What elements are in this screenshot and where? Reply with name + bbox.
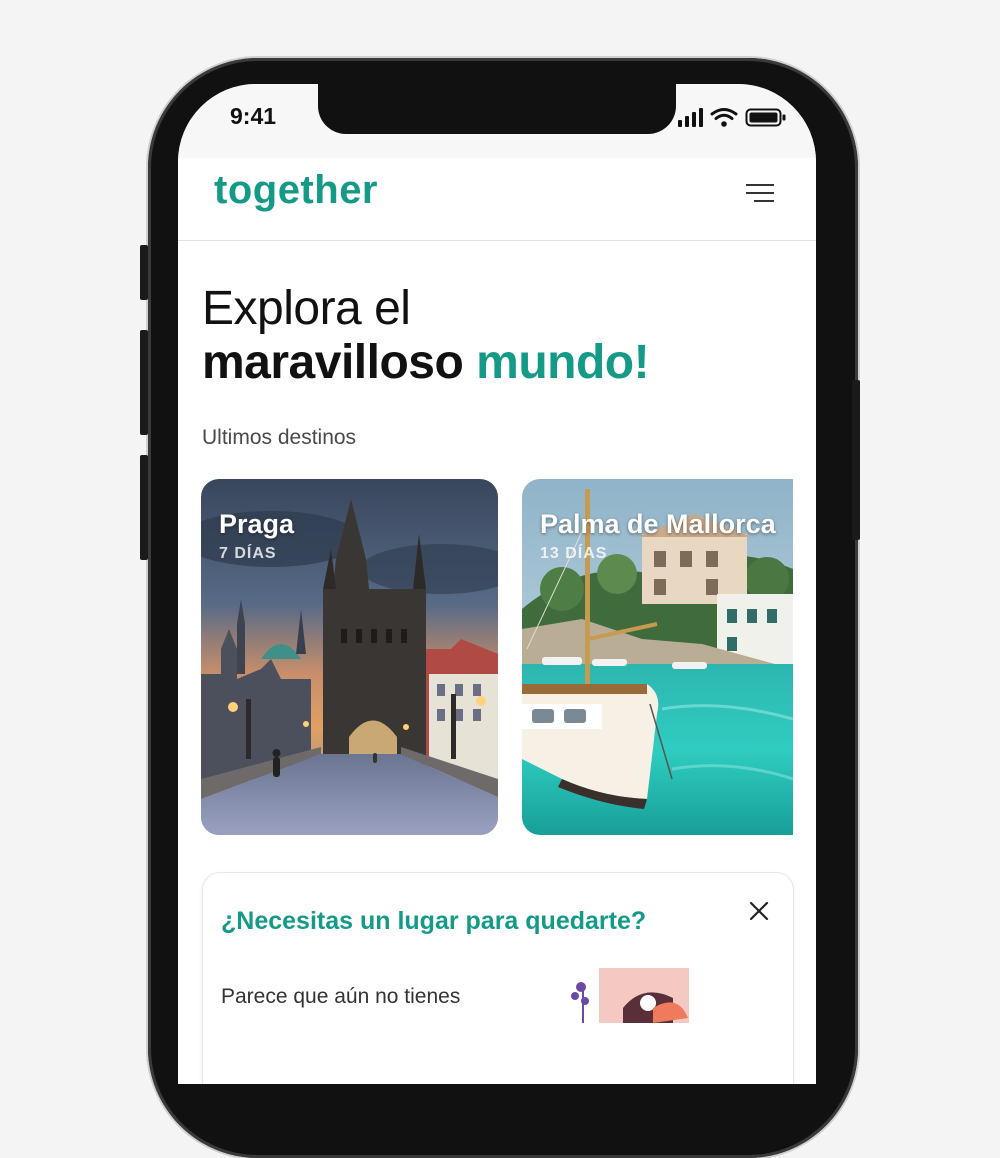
battery-icon bbox=[745, 108, 786, 127]
lodging-card-title: ¿Necesitas un lugar para quedarte? bbox=[221, 907, 647, 935]
phone-volume-up bbox=[140, 330, 148, 435]
phone-power-button bbox=[852, 380, 860, 540]
app-header: together bbox=[178, 158, 816, 241]
destination-card-palma[interactable]: Palma de Mallorca 13 DÍAS bbox=[522, 479, 793, 835]
app-screen: 9:41 together Explora el maravilloso mun… bbox=[178, 84, 816, 1084]
phone-volume-down bbox=[140, 455, 148, 560]
status-time: 9:41 bbox=[230, 103, 277, 129]
destination-duration: 13 DÍAS bbox=[540, 545, 608, 562]
destination-duration: 7 DÍAS bbox=[219, 545, 277, 562]
hero-line-2: maravilloso mundo! bbox=[202, 336, 650, 390]
section-title: Ultimos destinos bbox=[202, 426, 357, 449]
wifi-icon bbox=[710, 108, 738, 127]
app-logo[interactable]: together bbox=[214, 168, 378, 213]
destination-name: Palma de Mallorca bbox=[540, 509, 776, 539]
signal-icon bbox=[678, 108, 703, 127]
hero-bold-word: maravilloso bbox=[202, 336, 464, 389]
destination-name: Praga bbox=[219, 509, 295, 539]
phone-silent-switch bbox=[140, 245, 148, 300]
status-bar: 9:41 bbox=[178, 84, 816, 158]
hero-heading: Explora el maravilloso mundo! bbox=[202, 282, 650, 390]
hamburger-menu-icon[interactable] bbox=[738, 180, 774, 208]
destination-card-praga[interactable]: Praga 7 DÍAS bbox=[201, 479, 498, 835]
phone-notch bbox=[318, 84, 676, 134]
hero-accent-word: mundo! bbox=[476, 336, 650, 389]
lodging-illustration bbox=[571, 968, 689, 1023]
status-icons bbox=[678, 106, 790, 133]
hero-line-1: Explora el bbox=[202, 282, 411, 335]
lodging-card-text: Parece que aún no tienes bbox=[221, 985, 461, 1008]
lodging-card: ¿Necesitas un lugar para quedarte? Parec… bbox=[202, 872, 794, 1084]
close-icon[interactable] bbox=[747, 899, 771, 923]
